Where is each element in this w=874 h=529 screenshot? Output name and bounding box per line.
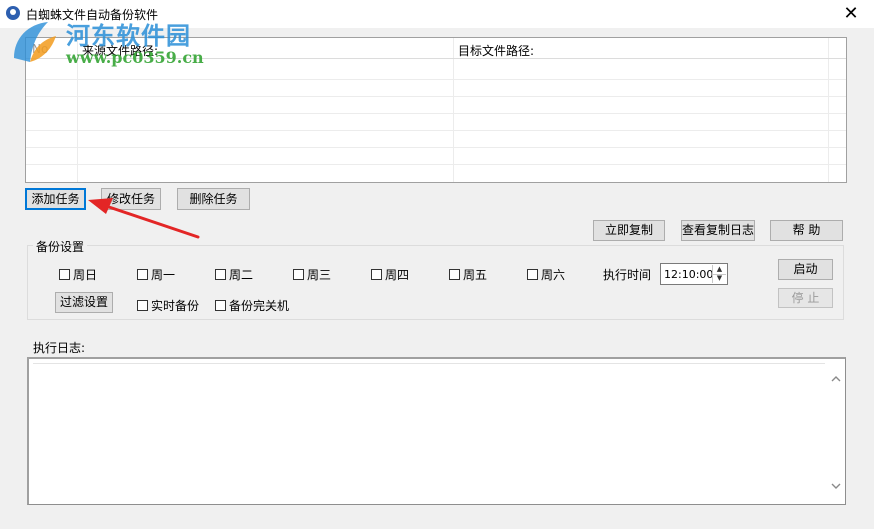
row-line (26, 96, 846, 97)
checkbox-label: 周三 (307, 268, 332, 282)
checkbox-realtime-backup[interactable]: 实时备份 (137, 297, 199, 314)
edit-task-button[interactable]: 修改任务 (101, 188, 161, 210)
execute-time-value: 12:10:00 (664, 268, 714, 281)
checkbox-box[interactable] (137, 300, 148, 311)
checkbox-box[interactable] (59, 269, 70, 280)
help-button[interactable]: 帮 助 (770, 220, 843, 241)
execute-time-label: 执行时间 (603, 268, 652, 282)
checkbox-sunday[interactable]: 周日 (59, 266, 97, 283)
checkbox-box[interactable] (293, 269, 304, 280)
execute-time-input[interactable]: 12:10:00 ▲ ▼ (660, 263, 728, 285)
checkbox-label: 周四 (385, 268, 410, 282)
watermark-url: www.pc0359.cn (66, 48, 204, 67)
checkbox-tuesday[interactable]: 周二 (215, 266, 253, 283)
checkbox-friday[interactable]: 周五 (449, 266, 487, 283)
watermark-title: 河东软件园 (66, 21, 191, 50)
column-divider (453, 38, 454, 182)
checkbox-shutdown-after-backup[interactable]: 备份完关机 (215, 297, 289, 314)
checkbox-box[interactable] (215, 269, 226, 280)
execution-log-label: 执行日志: (33, 341, 86, 355)
checkbox-box[interactable] (371, 269, 382, 280)
log-scrollbar[interactable] (827, 359, 845, 504)
stop-button[interactable]: 停 止 (778, 288, 833, 308)
row-line (26, 164, 846, 165)
checkbox-box[interactable] (527, 269, 538, 280)
watermark-logo-icon (14, 22, 56, 62)
row-line (26, 113, 846, 114)
filter-settings-button[interactable]: 过滤设置 (55, 292, 113, 313)
checkbox-box[interactable] (137, 269, 148, 280)
spin-down-icon[interactable]: ▼ (713, 274, 726, 283)
checkbox-label: 周六 (541, 268, 566, 282)
start-button[interactable]: 启动 (778, 259, 833, 280)
checkbox-saturday[interactable]: 周六 (527, 266, 565, 283)
scroll-down-icon[interactable] (830, 480, 842, 492)
checkbox-label: 周一 (151, 268, 176, 282)
checkbox-box[interactable] (215, 300, 226, 311)
checkbox-wednesday[interactable]: 周三 (293, 266, 331, 283)
column-divider (828, 38, 829, 182)
row-line (26, 79, 846, 80)
delete-task-button[interactable]: 删除任务 (177, 188, 250, 210)
checkbox-box[interactable] (449, 269, 460, 280)
checkbox-monday[interactable]: 周一 (137, 266, 175, 283)
checkbox-label: 周二 (229, 268, 254, 282)
column-target-path[interactable]: 目标文件路径: (458, 42, 534, 59)
checkbox-label: 备份完关机 (229, 299, 290, 313)
row-line (26, 130, 846, 131)
execution-log-content (35, 363, 821, 504)
view-copy-log-button[interactable]: 查看复制日志 (681, 220, 755, 241)
checkbox-label: 周五 (463, 268, 488, 282)
add-task-button[interactable]: 添加任务 (25, 188, 86, 210)
checkbox-label: 实时备份 (151, 299, 200, 313)
close-icon: ✕ (843, 3, 859, 24)
backup-settings-title: 备份设置 (33, 238, 88, 255)
scroll-up-icon[interactable] (830, 373, 842, 385)
checkbox-label: 周日 (73, 268, 98, 282)
execution-log-textarea[interactable] (27, 357, 846, 505)
close-button[interactable]: ✕ (828, 0, 874, 28)
row-line (26, 147, 846, 148)
checkbox-thursday[interactable]: 周四 (371, 266, 409, 283)
time-spinner: ▲ ▼ (712, 265, 726, 283)
copy-now-button[interactable]: 立即复制 (593, 220, 665, 241)
